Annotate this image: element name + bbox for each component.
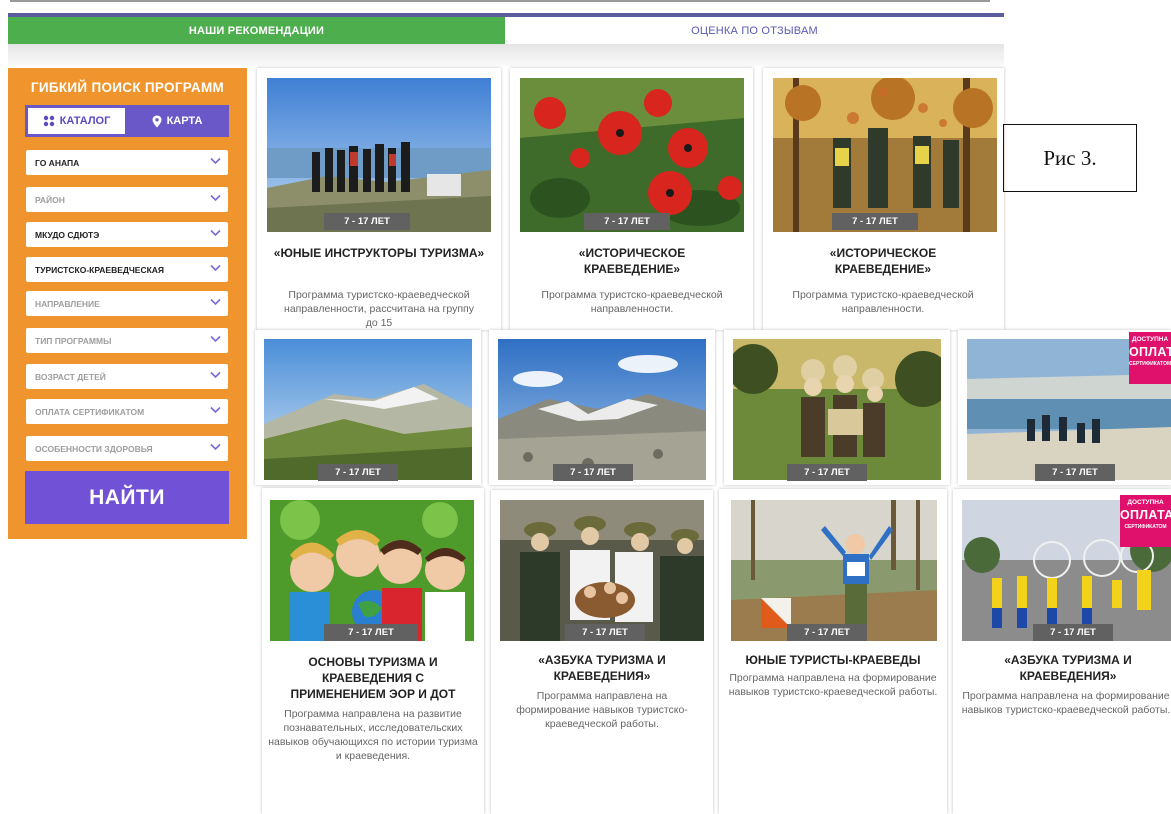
program-description: Программа туристско-краеведческой направ… bbox=[541, 289, 723, 315]
certificate-payment-badge: ДОСТУПНА ОПЛАТА СЕРТИФИКАТОМ bbox=[1120, 495, 1171, 547]
age-badge: 7 - 17 ЛЕТ bbox=[584, 213, 670, 230]
certificate-payment-badge: ДОСТУПНА ОПЛАТА СЕРТИФИКАТОМ bbox=[1129, 332, 1171, 384]
age-badge: 7 - 17 ЛЕТ bbox=[832, 213, 918, 230]
program-card[interactable]: 7 - 17 ЛЕТ «АЗБУКА ТУРИЗМА И КРАЕВЕДЕНИЯ… bbox=[491, 490, 713, 814]
filter-placeholder: НАПРАВЛЕНИЕ bbox=[35, 298, 100, 309]
promo-line-3: СЕРТИФИКАТОМ bbox=[1129, 361, 1171, 367]
filter-value: МКУДО СДЮТЭ bbox=[35, 229, 100, 240]
filter-focus[interactable]: ТУРИСТСКО-КРАЕВЕДЧЕСКАЯ bbox=[26, 257, 228, 282]
filter-certificate-payment[interactable]: ОПЛАТА СЕРТИФИКАТОМ bbox=[26, 399, 228, 424]
filter-health[interactable]: ОСОБЕННОСТИ ЗДОРОВЬЯ bbox=[26, 436, 228, 461]
program-photo bbox=[498, 339, 706, 480]
chevron-down-icon bbox=[210, 298, 221, 306]
filter-placeholder: ВОЗРАСТ ДЕТЕЙ bbox=[35, 371, 106, 382]
chevron-down-icon bbox=[210, 443, 221, 451]
chevron-down-icon bbox=[210, 264, 221, 272]
age-badge: 7 - 17 ЛЕТ bbox=[553, 464, 633, 481]
program-card[interactable]: 7 - 17 ЛЕТ ЮНЫЕ ТУРИСТЫ-КРАЕВЕДЫ Програм… bbox=[719, 489, 947, 814]
filter-program-type[interactable]: ТИП ПРОГРАММЫ bbox=[26, 328, 228, 353]
program-photo bbox=[500, 500, 704, 641]
figure-label: Рис 3. bbox=[1003, 124, 1137, 192]
age-badge: 7 - 17 ЛЕТ bbox=[324, 213, 410, 230]
promo-line-1: ДОСТУПНА bbox=[1131, 336, 1169, 343]
program-description: Программа направлена на формирование нав… bbox=[516, 690, 688, 730]
program-card[interactable]: 7 - 17 ЛЕТ ДОСТУПНА ОПЛАТА СЕРТИФИКАТОМ … bbox=[953, 489, 1171, 814]
location-pin-icon bbox=[152, 115, 162, 127]
filter-value: ГО АНАПА bbox=[35, 157, 80, 168]
chevron-down-icon bbox=[210, 335, 221, 343]
age-badge: 7 - 17 ЛЕТ bbox=[318, 464, 398, 481]
program-card[interactable]: 7 - 17 ЛЕТ «ИСТОРИЧЕСКОЕ КРАЕВЕДЕНИЕ» Пр… bbox=[510, 68, 753, 330]
program-photo bbox=[733, 339, 941, 480]
program-card[interactable]: 7 - 17 ЛЕТ ОСНОВЫ ТУРИЗМА И КРАЕВЕДЕНИЯ … bbox=[262, 488, 484, 814]
catalog-button[interactable]: КАТАЛОГ bbox=[28, 108, 125, 134]
program-photo bbox=[520, 78, 744, 232]
map-button[interactable]: КАРТА bbox=[128, 108, 226, 134]
promo-line-2: ОПЛАТА bbox=[1120, 508, 1171, 522]
tab-recommendations[interactable]: НАШИ РЕКОМЕНДАЦИИ bbox=[8, 17, 505, 44]
chevron-down-icon bbox=[210, 229, 221, 237]
program-photo bbox=[267, 78, 491, 232]
promo-line-3: СЕРТИФИКАТОМ bbox=[1124, 524, 1167, 530]
program-card[interactable]: 7 - 17 ЛЕТ «ЮНЫЕ ИНСТРУКТОРЫ ТУРИЗМА» Пр… bbox=[257, 68, 501, 330]
program-title: «ЮНЫЕ ИНСТРУКТОРЫ ТУРИЗМА» bbox=[273, 246, 485, 260]
age-badge: 7 - 17 ЛЕТ bbox=[324, 624, 418, 641]
program-card[interactable]: 7 - 17 ЛЕТ «ИСТОРИЧЕСКОЕ КРАЕВЕДЕНИЕ» Пр… bbox=[763, 68, 1004, 330]
program-title: «ИСТОРИЧЕСКОЕ КРАЕВЕДЕНИЕ» bbox=[829, 246, 937, 276]
program-title: ЮНЫЕ ТУРИСТЫ-КРАЕВЕДЫ bbox=[745, 653, 921, 667]
program-photo bbox=[773, 78, 997, 232]
program-photo bbox=[270, 500, 474, 641]
program-description: Программа направлена на формирование нав… bbox=[961, 690, 1171, 716]
age-badge: 7 - 17 ЛЕТ bbox=[565, 624, 645, 641]
chevron-down-icon bbox=[210, 194, 221, 202]
flexible-search-panel: ГИБКИЙ ПОИСК ПРОГРАММ КАТАЛОГ КАРТА ГО А… bbox=[8, 68, 247, 539]
program-photo bbox=[731, 500, 937, 641]
age-badge: 7 - 17 ЛЕТ bbox=[787, 624, 867, 641]
map-label: КАРТА bbox=[166, 115, 203, 127]
program-card[interactable]: 7 - 17 ЛЕТ bbox=[255, 330, 481, 485]
age-badge: 7 - 17 ЛЕТ bbox=[1033, 624, 1113, 641]
grid-icon bbox=[43, 115, 54, 127]
filter-placeholder: ТИП ПРОГРАММЫ bbox=[35, 335, 112, 346]
cropped-text-strip bbox=[0, 0, 1010, 8]
chevron-down-icon bbox=[210, 406, 221, 414]
program-title: «АЗБУКА ТУРИЗМА И КРАЕВЕДЕНИЯ» bbox=[538, 653, 666, 683]
program-card[interactable]: 7 - 17 ЛЕТ ДОСТУПНА ОПЛАТА СЕРТИФИКАТОМ bbox=[958, 330, 1171, 485]
filter-placeholder: ОСОБЕННОСТИ ЗДОРОВЬЯ bbox=[35, 443, 153, 454]
tab-reviews[interactable]: ОЦЕНКА ПО ОТЗЫВАМ bbox=[505, 17, 1004, 44]
chevron-down-icon bbox=[210, 157, 221, 165]
program-title: «ИСТОРИЧЕСКОЕ КРАЕВЕДЕНИЕ» bbox=[578, 246, 686, 276]
filter-value: ТУРИСТСКО-КРАЕВЕДЧЕСКАЯ bbox=[35, 264, 165, 275]
filter-organization[interactable]: МКУДО СДЮТЭ bbox=[26, 222, 228, 247]
search-panel-title: ГИБКИЙ ПОИСК ПРОГРАММ bbox=[30, 80, 225, 95]
program-card[interactable]: 7 - 17 ЛЕТ bbox=[489, 330, 715, 485]
program-title: ОСНОВЫ ТУРИЗМА И КРАЕВЕДЕНИЯ С ПРИМЕНЕНИ… bbox=[290, 655, 456, 701]
program-card[interactable]: 7 - 17 ЛЕТ bbox=[724, 330, 950, 485]
catalog-label: КАТАЛОГ bbox=[59, 115, 111, 127]
age-badge: 7 - 17 ЛЕТ bbox=[1035, 464, 1115, 481]
filter-placeholder: ОПЛАТА СЕРТИФИКАТОМ bbox=[35, 406, 145, 417]
filter-municipality[interactable]: ГО АНАПА bbox=[26, 150, 228, 175]
promo-line-2: ОПЛАТА bbox=[1129, 345, 1171, 359]
chevron-down-icon bbox=[210, 371, 221, 379]
filter-placeholder: РАЙОН bbox=[35, 194, 65, 205]
filter-district[interactable]: РАЙОН bbox=[26, 187, 228, 212]
age-badge: 7 - 17 ЛЕТ bbox=[787, 464, 867, 481]
filter-direction[interactable]: НАПРАВЛЕНИЕ bbox=[26, 291, 228, 316]
program-description: Программа туристско-краеведческой направ… bbox=[284, 289, 474, 329]
program-description: Программа туристско-краеведческой направ… bbox=[792, 289, 974, 315]
search-button[interactable]: НАЙТИ bbox=[25, 471, 229, 524]
program-description: Программа направлена на формирование нав… bbox=[728, 672, 938, 698]
program-title: «АЗБУКА ТУРИЗМА И КРАЕВЕДЕНИЯ» bbox=[1004, 653, 1132, 683]
filter-age[interactable]: ВОЗРАСТ ДЕТЕЙ bbox=[26, 364, 228, 389]
tab-bar-shadow bbox=[8, 44, 1004, 66]
promo-line-1: ДОСТУПНА bbox=[1127, 499, 1164, 506]
program-description: Программа направлена на развитие познава… bbox=[268, 708, 478, 762]
program-photo bbox=[264, 339, 472, 480]
